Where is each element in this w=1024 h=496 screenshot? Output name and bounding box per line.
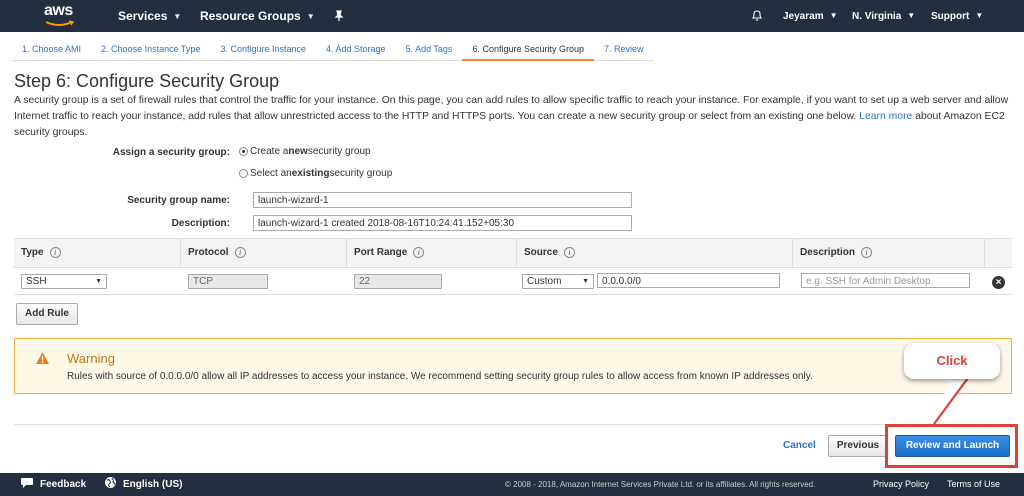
step-configure-security-group[interactable]: 6. Configure Security Group xyxy=(462,37,594,61)
radio-select-existing-post: security group xyxy=(329,168,393,179)
rules-table-header: Type i Protocol i Port Range i Source i Desc… xyxy=(14,238,1012,268)
aws-logo[interactable]: aws xyxy=(44,3,80,29)
warning-message: Rules with source of 0.0.0.0/0 allow all… xyxy=(67,371,813,382)
port-range-field: 22 xyxy=(354,274,442,289)
security-group-name-input[interactable]: launch-wizard-1 xyxy=(253,192,632,208)
description-input[interactable]: launch-wizard-1 created 2018-08-16T10:24… xyxy=(253,215,632,231)
step-choose-instance-type[interactable]: 2. Choose Instance Type xyxy=(91,37,211,61)
copyright-text: © 2008 - 2018, Amazon Internet Services … xyxy=(505,480,816,489)
col-protocol: Protocol i xyxy=(180,239,346,267)
protocol-field: TCP xyxy=(188,274,268,289)
col-port-range-label: Port Range xyxy=(354,247,408,258)
info-icon[interactable]: i xyxy=(563,247,575,258)
info-icon[interactable]: i xyxy=(413,247,425,258)
source-mode-value: Custom xyxy=(527,276,562,287)
footer: Feedback English (US) © 2008 - 2018, Ama… xyxy=(0,473,1024,496)
radio-button-selected[interactable] xyxy=(239,147,248,156)
chevron-down-icon: ▼ xyxy=(907,11,916,20)
radio-create-new-pre: Create a xyxy=(250,146,289,157)
services-menu[interactable]: Services ▼ xyxy=(118,0,181,32)
col-actions xyxy=(984,239,1012,267)
remove-rule-icon[interactable]: × xyxy=(992,276,1005,289)
cancel-link[interactable]: Cancel xyxy=(783,440,816,451)
callout-pointer xyxy=(933,376,971,425)
col-source: Source i xyxy=(516,239,792,267)
table-row: SSH ▼ TCP 22 Custom ▼ 0.0.0.0/0 e.g. SSH f… xyxy=(14,268,1012,295)
col-description: Description i xyxy=(792,239,984,267)
col-description-label: Description xyxy=(800,247,856,258)
highlight-box xyxy=(885,424,1018,468)
language-label: English (US) xyxy=(123,479,183,490)
language-selector[interactable]: English (US) xyxy=(104,473,182,496)
info-icon[interactable]: i xyxy=(234,247,246,258)
step-add-tags[interactable]: 5. Add Tags xyxy=(395,37,463,61)
source-cidr-input[interactable]: 0.0.0.0/0 xyxy=(597,273,780,288)
type-select[interactable]: SSH ▼ xyxy=(21,274,107,289)
step-choose-ami[interactable]: 1. Choose AMI xyxy=(12,37,92,61)
dropdown-arrow-icon: ▼ xyxy=(95,278,102,285)
radio-select-existing-bold: existing xyxy=(291,168,330,179)
user-menu[interactable]: Jeyaram ▼ xyxy=(783,0,838,32)
col-source-label: Source xyxy=(524,247,558,258)
chevron-down-icon: ▼ xyxy=(975,11,984,20)
resource-groups-label: Resource Groups xyxy=(200,9,301,23)
region-label: N. Virginia xyxy=(852,11,902,22)
pin-icon[interactable] xyxy=(333,0,345,32)
col-port-range: Port Range i xyxy=(346,239,516,267)
learn-more-link[interactable]: Learn more xyxy=(859,111,912,122)
globe-icon xyxy=(105,477,116,488)
type-select-value: SSH xyxy=(26,276,47,287)
warning-alert: Warning Rules with source of 0.0.0.0/0 a… xyxy=(14,338,1012,394)
col-type: Type i xyxy=(14,239,180,267)
bell-icon[interactable] xyxy=(751,0,763,32)
col-protocol-label: Protocol xyxy=(188,247,229,258)
step-add-storage[interactable]: 4. Add Storage xyxy=(316,37,396,61)
support-label: Support xyxy=(931,11,970,22)
radio-create-new-bold: new xyxy=(288,146,308,157)
click-callout: Click xyxy=(904,343,1000,379)
aws-smile-icon xyxy=(45,20,75,26)
col-type-label: Type xyxy=(21,247,44,258)
chevron-down-icon: ▼ xyxy=(173,12,182,21)
wizard-steps: 1. Choose AMI 2. Choose Instance Type 3.… xyxy=(12,37,654,61)
user-label: Jeyaram xyxy=(783,11,824,22)
step-review[interactable]: 7. Review xyxy=(594,37,654,61)
previous-button[interactable]: Previous xyxy=(828,435,888,457)
radio-create-new-post: security group xyxy=(307,146,371,157)
intro-text: A security group is a set of firewall ru… xyxy=(14,93,1012,141)
info-icon[interactable]: i xyxy=(861,247,873,258)
services-label: Services xyxy=(118,9,168,23)
aws-logo-text: aws xyxy=(44,2,73,19)
warning-title: Warning xyxy=(67,351,115,366)
chevron-down-icon: ▼ xyxy=(829,11,838,20)
description-label: Description: xyxy=(171,218,230,229)
dropdown-arrow-icon: ▼ xyxy=(582,278,589,285)
rule-description-input[interactable]: e.g. SSH for Admin Desktop xyxy=(801,273,970,288)
region-menu[interactable]: N. Virginia ▼ xyxy=(852,0,915,32)
assign-security-group-label: Assign a security group: xyxy=(112,147,230,158)
page-title: Step 6: Configure Security Group xyxy=(14,71,280,91)
radio-create-new[interactable]: Create a new security group xyxy=(239,146,371,157)
privacy-policy-link[interactable]: Privacy Policy xyxy=(873,473,929,496)
feedback-link[interactable]: Feedback xyxy=(20,473,86,496)
top-nav: aws Services ▼ Resource Groups ▼ Jeyaram ▼ … xyxy=(0,0,1024,32)
security-group-name-label: Security group name: xyxy=(127,195,230,206)
radio-select-existing-pre: Select an xyxy=(250,168,292,179)
add-rule-button[interactable]: Add Rule xyxy=(16,303,78,325)
support-menu[interactable]: Support ▼ xyxy=(931,0,983,32)
speech-bubble-icon xyxy=(21,478,33,488)
source-mode-select[interactable]: Custom ▼ xyxy=(522,274,594,289)
chevron-down-icon: ▼ xyxy=(306,12,315,21)
radio-button[interactable] xyxy=(239,169,248,178)
warning-icon xyxy=(36,352,49,364)
info-icon[interactable]: i xyxy=(49,247,61,258)
step-configure-instance[interactable]: 3. Configure Instance xyxy=(210,37,317,61)
resource-groups-menu[interactable]: Resource Groups ▼ xyxy=(200,0,315,32)
divider xyxy=(14,424,1012,425)
terms-of-use-link[interactable]: Terms of Use xyxy=(947,473,1000,496)
radio-select-existing[interactable]: Select an existing security group xyxy=(239,168,392,179)
feedback-label: Feedback xyxy=(40,479,87,490)
